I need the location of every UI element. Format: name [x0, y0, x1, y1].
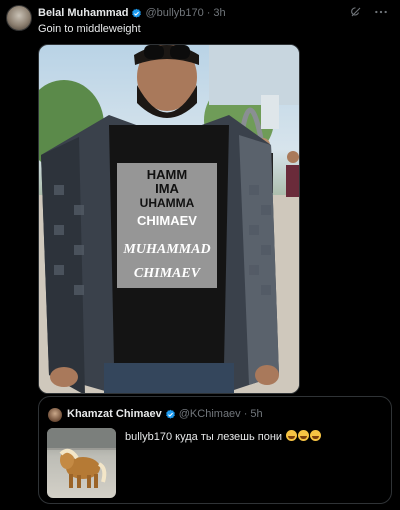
shirt-print-line-1: HAMM	[147, 167, 187, 182]
author-name[interactable]: Belal Muhammad	[38, 7, 128, 19]
author-avatar[interactable]	[6, 5, 32, 31]
tweet-time[interactable]: 3h	[213, 7, 225, 19]
quoted-tweet[interactable]: Khamzat Chimaev @KChimaev · 5h bullyb170…	[38, 396, 392, 504]
photo-illustration: HAMM IMA UHAMMA CHIMAEV MUHAMMAD CHIMAEV	[39, 45, 299, 393]
pony-illustration	[47, 428, 116, 488]
tweet-actions-top	[350, 6, 388, 18]
shirt-print-line-2: IMA	[155, 181, 179, 196]
tweet-text: Goin to middleweight	[38, 23, 141, 35]
quoted-author-name[interactable]: Khamzat Chimaev	[67, 408, 162, 420]
verified-badge-icon	[132, 8, 142, 18]
quoted-author-avatar[interactable]	[48, 408, 62, 422]
shirt-print-line-5: MUHAMMAD	[122, 242, 210, 257]
quoted-author-handle[interactable]: @KChimaev	[179, 408, 241, 420]
quoted-tweet-photo[interactable]	[47, 428, 116, 498]
author-handle[interactable]: @bullyb170	[145, 7, 203, 19]
tweet-photo[interactable]: HAMM IMA UHAMMA CHIMAEV MUHAMMAD CHIMAEV	[38, 44, 300, 394]
quoted-tweet-header: Khamzat Chimaev @KChimaev · 5h	[67, 408, 263, 420]
quoted-tweet-text-body: bullyb170 куда ты лезешь пони	[125, 431, 283, 443]
tweet-header: Belal Muhammad @bullyb170 · 3h	[38, 7, 226, 19]
tears-of-joy-emoji	[286, 430, 298, 441]
quoted-tweet-text: bullyb170 куда ты лезешь пони	[125, 430, 322, 443]
quoted-tweet-time[interactable]: 5h	[250, 408, 262, 420]
separator-dot: ·	[243, 408, 248, 420]
shirt-print-line-4: CHIMAEV	[137, 213, 197, 228]
shirt-print-line-3: UHAMMA	[140, 196, 195, 210]
tears-of-joy-emoji	[298, 430, 310, 441]
grok-icon[interactable]	[350, 6, 362, 18]
tears-of-joy-emoji	[310, 430, 322, 441]
verified-badge-icon	[165, 409, 175, 419]
separator-dot: ·	[206, 7, 211, 19]
shirt-print-line-6: CHIMAEV	[134, 266, 202, 281]
more-icon[interactable]	[374, 6, 388, 18]
